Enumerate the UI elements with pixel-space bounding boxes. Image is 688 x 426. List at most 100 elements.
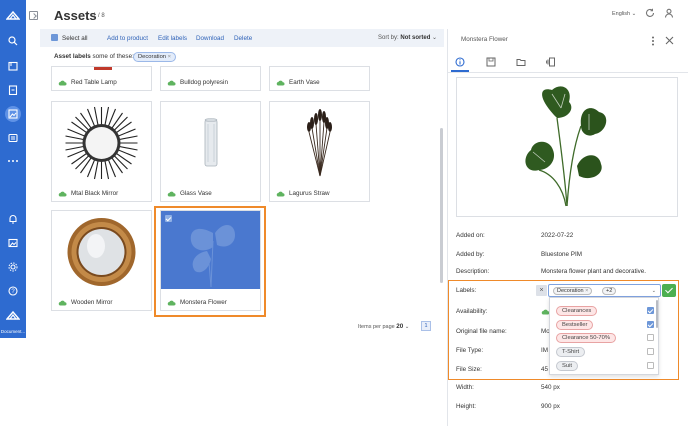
settings-group-icon[interactable] (0, 128, 26, 148)
selection-highlight (154, 206, 266, 317)
asset-thumbnail (67, 218, 136, 286)
availability-cloud-icon (167, 80, 176, 85)
availability-cloud-icon (58, 80, 67, 85)
catalog-icon[interactable] (0, 56, 26, 76)
chevron-down-icon: ⌄ (631, 11, 637, 17)
description-value: Monstera flower plant and decorative. (541, 268, 647, 275)
confirm-labels-button[interactable] (662, 284, 676, 297)
label-option[interactable]: Suit (556, 361, 578, 371)
more-labels-chip[interactable]: +2 (602, 287, 617, 295)
asset-name: Red Table Lamp (71, 79, 117, 86)
items-per-page-label: Items per page (358, 324, 395, 330)
sort-label: Sort by: (378, 35, 399, 41)
filter-mode[interactable]: some of these: (93, 53, 134, 60)
availability-cloud-icon (167, 191, 176, 196)
label-option-checkbox[interactable] (647, 321, 654, 328)
assets-icon[interactable] (0, 104, 26, 124)
asset-card[interactable]: Mtal Black Mirror (51, 101, 152, 202)
chevron-down-icon: ⌄ (404, 324, 410, 330)
availability-cloud-icon (58, 191, 67, 196)
selected-label-chip[interactable]: Decoration × (553, 287, 593, 295)
more-vertical-icon[interactable] (651, 36, 655, 46)
download-button[interactable]: Download (196, 35, 224, 42)
select-all-label[interactable]: Select all (62, 35, 88, 42)
asset-thumbnail (94, 67, 112, 70)
search-icon[interactable] (0, 31, 26, 51)
add-to-product-button[interactable]: Add to product (107, 35, 148, 42)
documentation-label[interactable]: Document... (0, 329, 26, 334)
availability-cloud-icon (58, 300, 67, 305)
added-by-value: Bluestone PIM (541, 251, 582, 258)
label-option-checkbox[interactable] (647, 334, 654, 341)
height-value: 900 px (541, 403, 560, 410)
label-option[interactable]: Bestseller (556, 320, 594, 330)
asset-name: Earth Vase (289, 79, 320, 86)
label-option-checkbox[interactable] (647, 362, 654, 369)
clipboard-icon[interactable] (0, 80, 26, 100)
page-number[interactable]: 1 (421, 321, 431, 331)
info-icon[interactable] (455, 57, 465, 67)
edit-labels-button[interactable]: Edit labels (158, 35, 187, 42)
asset-card[interactable]: Wooden Mirror (51, 210, 152, 311)
select-all-checkbox[interactable] (51, 34, 58, 41)
documentation-icon[interactable] (0, 305, 26, 325)
close-icon[interactable]: × (168, 54, 171, 60)
label-option[interactable]: T-Shirt (556, 347, 586, 357)
collapse-panel-button[interactable] (29, 11, 38, 20)
asset-name: Bulldog polyresin (180, 79, 228, 86)
asset-thumbnail (204, 118, 218, 167)
help-icon[interactable]: ? (0, 281, 26, 301)
asset-card[interactable]: Red Table Lamp (51, 66, 152, 91)
label-option[interactable]: Clearance 50-70% (556, 333, 617, 343)
asset-card[interactable]: Lagurus Straw (269, 101, 370, 202)
availability-cloud-icon (276, 80, 285, 85)
panel-title: Monstera Flower (461, 36, 508, 43)
sort-select[interactable]: Sort by: Not sorted ⌄ (378, 34, 437, 41)
grid-scrollbar[interactable] (440, 128, 443, 283)
added-on-value: 2022-07-22 (541, 232, 574, 239)
filter-chip-label: Decoration (138, 54, 167, 60)
more-icon[interactable] (0, 151, 26, 171)
label-option-checkbox[interactable] (647, 348, 654, 355)
chevron-down-icon[interactable]: ⌄ (652, 288, 656, 294)
labels-dropdown: Clearances Bestseller Clearance 50-70% T… (549, 297, 659, 375)
left-navigation: ? Document... (0, 0, 26, 338)
asset-preview (456, 77, 678, 217)
dropdown-scrollbar[interactable] (656, 300, 658, 328)
asset-name: Mtal Black Mirror (71, 190, 119, 197)
language-select[interactable]: English ⌄ (612, 11, 636, 17)
refresh-icon[interactable] (645, 8, 655, 18)
asset-count: 1 / 8 (93, 13, 105, 19)
label-option[interactable]: Clearances (556, 306, 598, 316)
monstera-image (525, 86, 607, 207)
versions-icon[interactable] (546, 57, 556, 67)
filter-label: Asset labels (54, 53, 91, 60)
items-per-page-select[interactable]: 20 (396, 323, 403, 330)
gear-icon[interactable] (0, 257, 26, 277)
close-icon[interactable] (665, 36, 674, 45)
label-filter: Asset labels some of these: (54, 53, 134, 60)
added-on-label: Added on: (456, 232, 485, 239)
labels-select[interactable]: Decoration × +2 ⌄ (548, 284, 661, 297)
delete-button[interactable]: Delete (234, 35, 252, 42)
asset-card[interactable]: Glass Vase (160, 101, 261, 202)
asset-card[interactable]: Bulldog polyresin (160, 66, 261, 91)
height-label: Height: (456, 403, 476, 410)
close-icon[interactable]: × (585, 288, 588, 294)
save-icon[interactable] (486, 57, 496, 67)
asset-card[interactable]: Earth Vase (269, 66, 370, 91)
label-option-checkbox[interactable] (647, 307, 654, 314)
cancel-labels-button[interactable]: × (536, 285, 547, 296)
asset-name: Wooden Mirror (71, 299, 113, 306)
logo-icon[interactable] (0, 6, 26, 26)
image-icon[interactable] (0, 233, 26, 253)
filter-chip[interactable]: Decoration × (133, 52, 177, 62)
bell-icon[interactable] (0, 209, 26, 229)
description-label: Description: (456, 268, 490, 275)
sort-value: Not sorted (400, 35, 431, 41)
user-icon[interactable] (664, 8, 674, 18)
pagination: Items per page 20 ⌄ (358, 323, 409, 330)
folder-icon[interactable] (516, 57, 526, 67)
selected-label-text: Decoration (557, 288, 584, 294)
width-value: 540 px (541, 384, 560, 391)
